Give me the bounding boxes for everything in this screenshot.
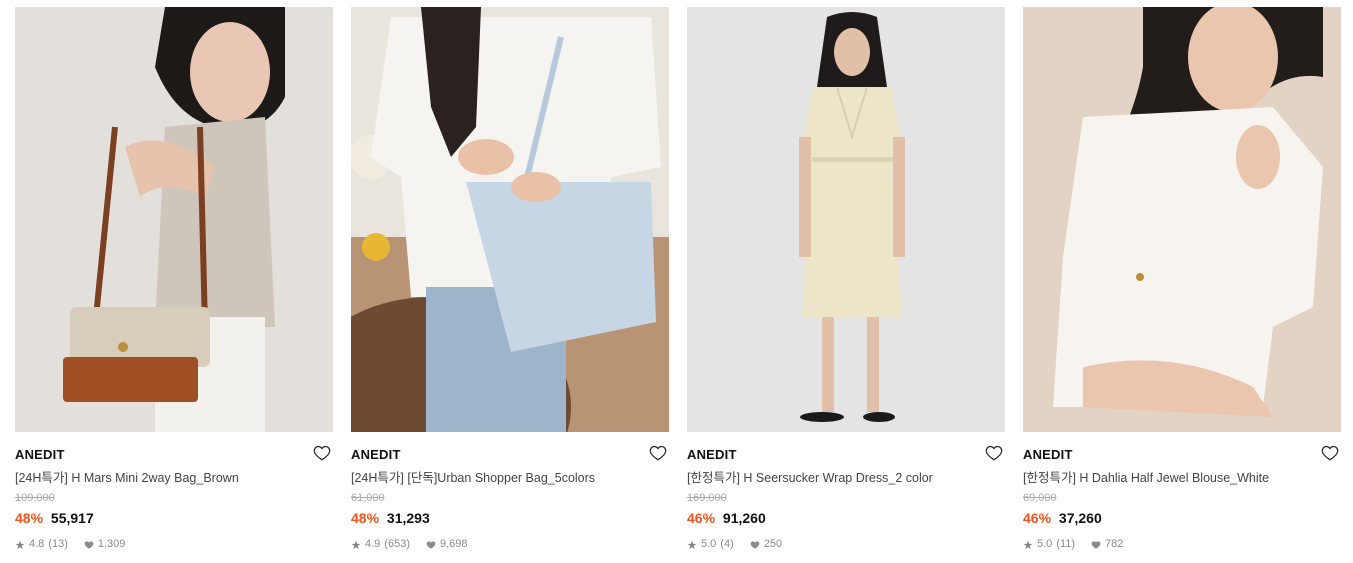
product-meta: 4.9 (653) 9,698 bbox=[351, 538, 669, 551]
star-icon bbox=[1023, 540, 1033, 550]
review-count: (13) bbox=[48, 538, 68, 550]
product-image[interactable] bbox=[351, 7, 669, 432]
heart-filled-icon bbox=[426, 540, 436, 550]
heart-filled-icon bbox=[1091, 540, 1101, 550]
brand-name[interactable]: ANEDIT bbox=[687, 446, 1005, 464]
wishlist-heart-icon[interactable] bbox=[649, 444, 667, 462]
wishlist-heart-icon[interactable] bbox=[1321, 444, 1339, 462]
star-icon bbox=[15, 540, 25, 550]
brand-name[interactable]: ANEDIT bbox=[1023, 446, 1341, 464]
rating-value: 4.8 bbox=[29, 538, 45, 550]
price-row: 48% 31,293 bbox=[351, 510, 669, 526]
sale-price: 55,917 bbox=[50, 510, 94, 526]
sale-price: 37,260 bbox=[1058, 510, 1102, 526]
brand-name[interactable]: ANEDIT bbox=[15, 446, 333, 464]
star-icon bbox=[351, 540, 361, 550]
like-count: 1,309 bbox=[97, 538, 126, 550]
discount-rate: 48% bbox=[351, 510, 380, 526]
rating-value: 4.9 bbox=[365, 538, 381, 550]
heart-filled-icon bbox=[84, 540, 94, 550]
like-count: 9,698 bbox=[439, 538, 468, 550]
original-price: 61,000 bbox=[351, 492, 385, 504]
wishlist-heart-icon[interactable] bbox=[313, 444, 331, 462]
price-row: 46% 91,260 bbox=[687, 510, 1005, 526]
original-price: 109,000 bbox=[15, 492, 55, 504]
product-grid: ANEDIT [24H특가] H Mars Mini 2way Bag_Brow… bbox=[0, 0, 1353, 563]
product-meta: 5.0 (11) 782 bbox=[1023, 538, 1341, 551]
discount-rate: 46% bbox=[687, 510, 716, 526]
rating-value: 5.0 bbox=[701, 538, 717, 550]
rating-value: 5.0 bbox=[1037, 538, 1053, 550]
sale-price: 31,293 bbox=[386, 510, 430, 526]
star-icon bbox=[687, 540, 697, 550]
heart-filled-icon bbox=[750, 540, 760, 550]
product-name[interactable]: [24H특가] [단독]Urban Shopper Bag_5colors bbox=[351, 470, 669, 486]
product-card[interactable]: ANEDIT [한정특가] H Dahlia Half Jewel Blouse… bbox=[1023, 7, 1341, 557]
product-meta: 5.0 (4) 250 bbox=[687, 538, 1005, 551]
original-price: 69,000 bbox=[1023, 492, 1057, 504]
discount-rate: 46% bbox=[1023, 510, 1052, 526]
discount-rate: 48% bbox=[15, 510, 44, 526]
like-count: 782 bbox=[1105, 538, 1124, 550]
sale-price: 91,260 bbox=[722, 510, 766, 526]
price-row: 46% 37,260 bbox=[1023, 510, 1341, 526]
product-image[interactable] bbox=[15, 7, 333, 432]
product-card[interactable]: ANEDIT [한정특가] H Seersucker Wrap Dress_2 … bbox=[687, 7, 1005, 557]
product-name[interactable]: [한정특가] H Dahlia Half Jewel Blouse_White bbox=[1023, 470, 1341, 486]
product-image[interactable] bbox=[1023, 7, 1341, 432]
product-card[interactable]: ANEDIT [24H특가] H Mars Mini 2way Bag_Brow… bbox=[15, 7, 333, 557]
brand-name[interactable]: ANEDIT bbox=[351, 446, 669, 464]
review-count: (11) bbox=[1056, 538, 1076, 550]
product-card[interactable]: ANEDIT [24H특가] [단독]Urban Shopper Bag_5co… bbox=[351, 7, 669, 557]
review-count: (4) bbox=[720, 538, 734, 550]
product-meta: 4.8 (13) 1,309 bbox=[15, 538, 333, 551]
like-count: 250 bbox=[763, 538, 783, 550]
product-name[interactable]: [24H특가] H Mars Mini 2way Bag_Brown bbox=[15, 470, 333, 486]
wishlist-heart-icon[interactable] bbox=[985, 444, 1003, 462]
product-name[interactable]: [한정특가] H Seersucker Wrap Dress_2 color bbox=[687, 470, 1005, 486]
product-image[interactable] bbox=[687, 7, 1005, 432]
review-count: (653) bbox=[384, 538, 410, 550]
price-row: 48% 55,917 bbox=[15, 510, 333, 526]
original-price: 169,000 bbox=[687, 492, 727, 504]
